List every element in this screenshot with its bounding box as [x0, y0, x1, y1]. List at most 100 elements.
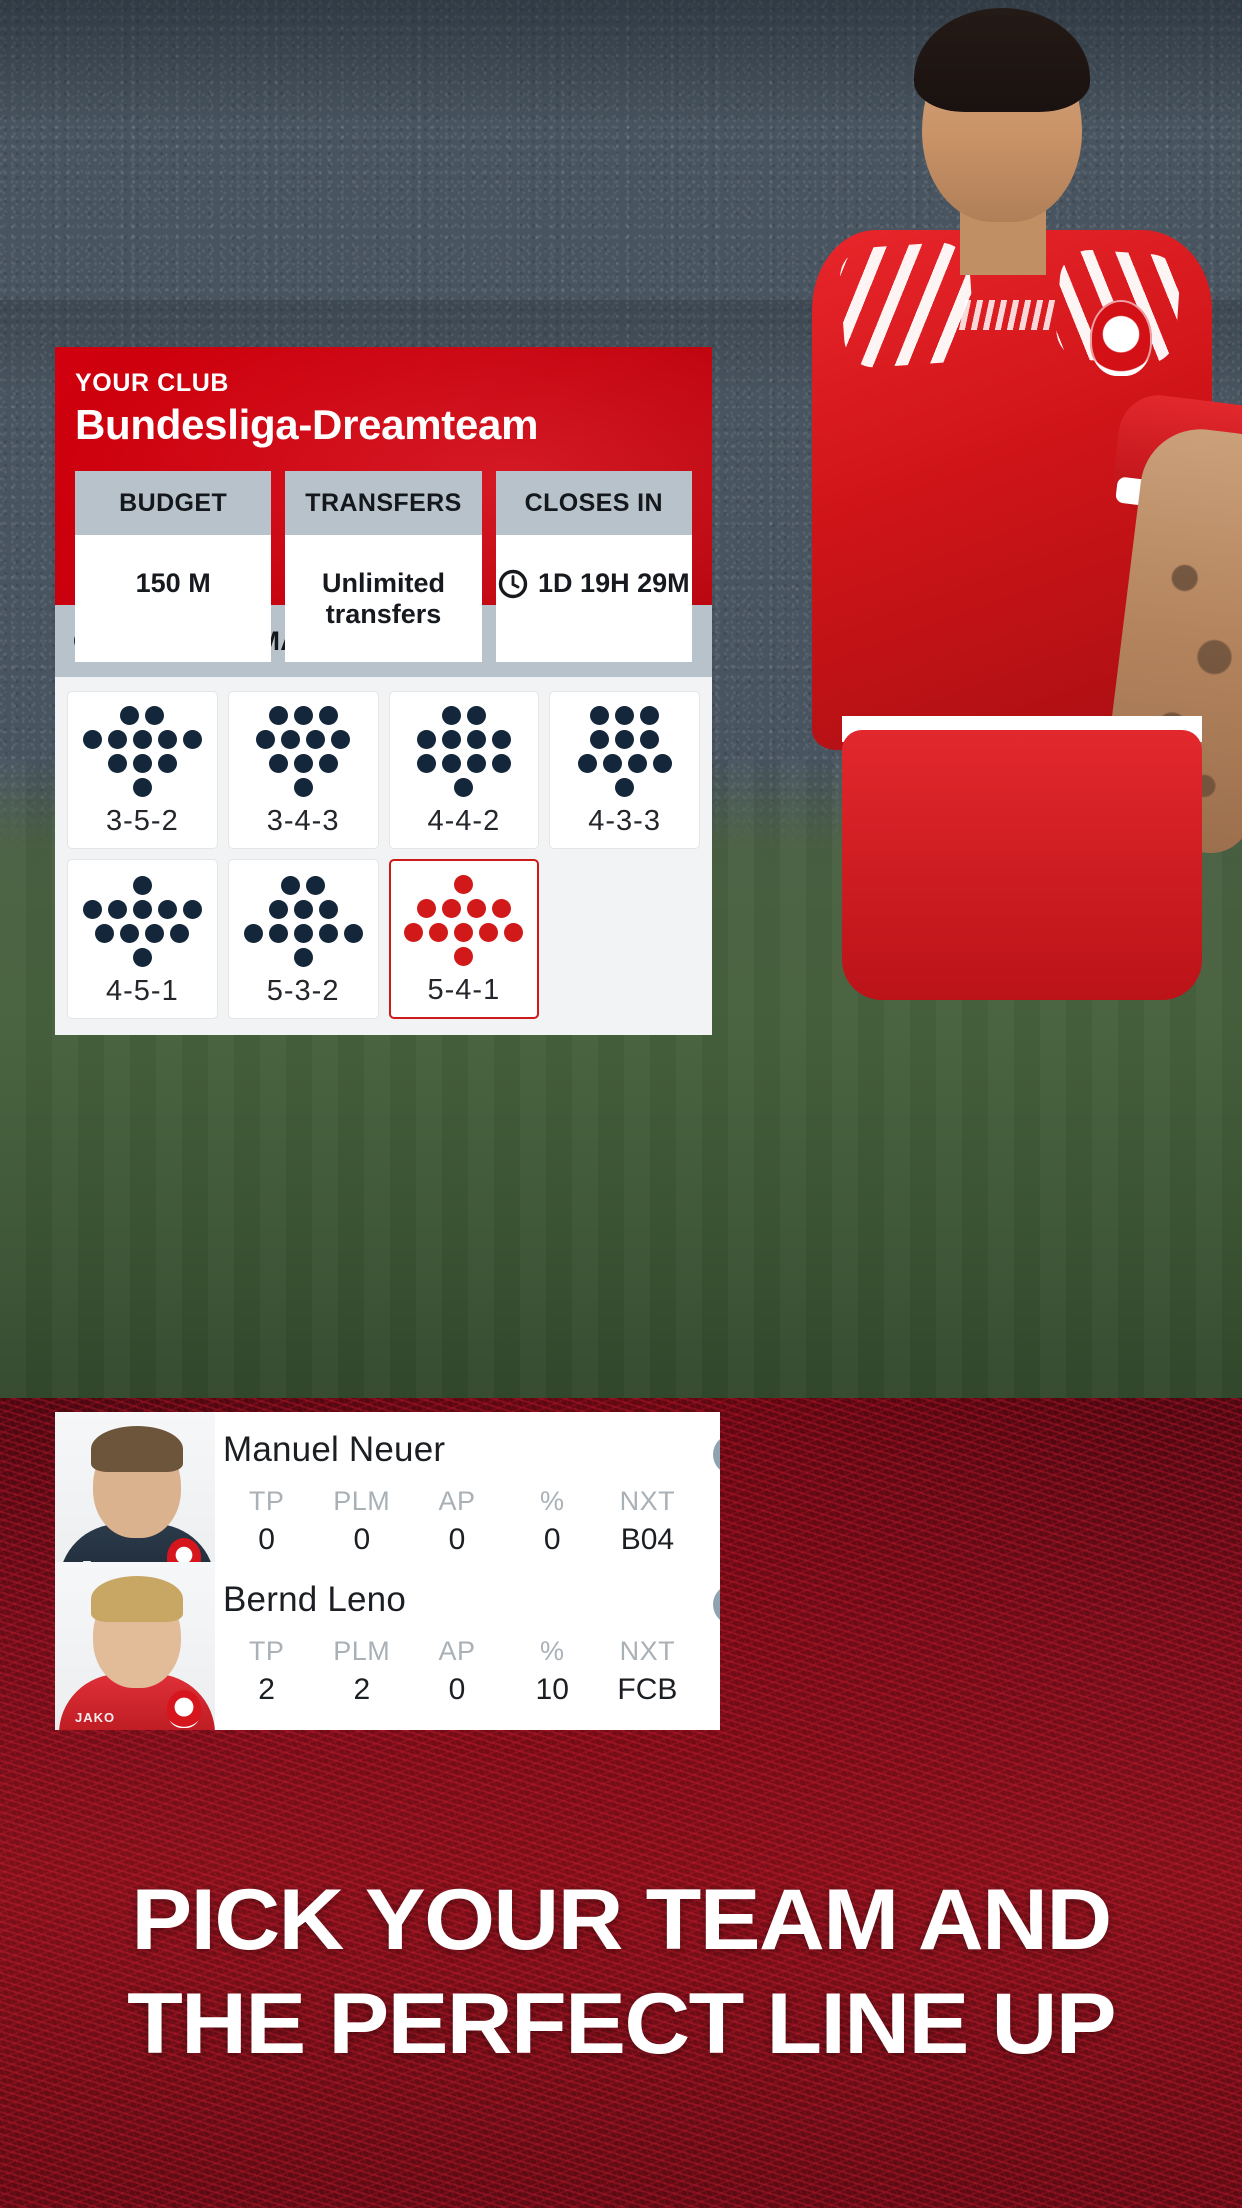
formation-dot — [182, 900, 202, 919]
stat-key: PLM — [333, 1636, 391, 1666]
formation-dot — [416, 899, 436, 918]
stat-closes-in-label: CLOSES IN — [495, 471, 692, 535]
formation-dot — [281, 876, 301, 895]
stat-value: 0 — [448, 1673, 466, 1706]
stat-closes-in-value-wrap: 1D 19H 29M — [496, 535, 692, 631]
stat-closes-in: CLOSES IN 1D 19H 29M — [495, 471, 692, 662]
player-name: Bernd Leno — [223, 1580, 406, 1619]
formation-dot — [182, 730, 202, 749]
formation-dot — [95, 924, 115, 943]
formation-dot — [170, 924, 190, 943]
formation-dot — [120, 924, 140, 943]
formation-dot — [404, 923, 424, 942]
formation-label: 4-5-1 — [106, 975, 179, 1007]
formation-dot — [441, 730, 461, 749]
club-card: YOUR CLUB Bundesliga-Dreamteam BUDGET 15… — [55, 347, 712, 680]
formation-dot — [306, 876, 326, 895]
formation-dot-row — [82, 900, 202, 919]
player-price-badge: 13 M — [713, 1584, 720, 1625]
formation-dot — [590, 730, 610, 749]
formation-grid: 3-5-2 3-4-3 4-4-2 4-3-3 4-5-1 5-3-2 5-4-1 — [55, 677, 712, 1035]
formation-dot — [281, 730, 301, 749]
formation-dot — [652, 754, 672, 773]
formation-dot — [615, 778, 635, 797]
formation-dot — [107, 900, 127, 919]
formation-option-4-3-3[interactable]: 4-3-3 — [549, 691, 700, 849]
formation-dot-row — [441, 706, 486, 725]
player-stat-percent: % 0 — [505, 1486, 600, 1557]
player-row[interactable]: JAKO Bernd Leno TP 2 PLM 2 AP 0 % 10 NXT… — [55, 1562, 720, 1730]
formation-option-3-5-2[interactable]: 3-5-2 — [67, 691, 218, 849]
formation-dot — [441, 899, 461, 918]
change-formation-panel: CHANGE FORMATION 3-5-23-4-34-4-24-3-34-5… — [55, 605, 712, 1035]
formation-label: 5-3-2 — [266, 975, 340, 1007]
formation-dot — [429, 923, 449, 942]
formation-dot — [293, 948, 313, 967]
formation-dot — [145, 706, 165, 725]
formation-dot-row — [281, 876, 326, 895]
app-root: YOUR CLUB Bundesliga-Dreamteam BUDGET 15… — [0, 0, 1242, 2208]
player-stats: TP 0 PLM 0 AP 0 % 0 NXT B04 — [215, 1486, 695, 1557]
formation-option-4-4-2[interactable]: 4-4-2 — [388, 691, 540, 849]
formation-dot-row — [590, 706, 660, 725]
formation-dot — [107, 754, 127, 773]
formation-dot — [157, 900, 177, 919]
formation-dots — [82, 876, 202, 967]
formation-option-5-3-2[interactable]: 5-3-2 — [227, 859, 379, 1019]
stat-key: NXT — [619, 1636, 676, 1666]
player-stat-ap: AP 0 — [409, 1486, 504, 1557]
formation-dot — [466, 899, 486, 918]
formation-dot — [602, 754, 622, 773]
formation-dot — [268, 706, 288, 725]
player-stat-plm: PLM 2 — [314, 1636, 409, 1707]
stat-key: % — [539, 1486, 565, 1516]
stat-key: AP — [438, 1636, 476, 1666]
player-stat-plm: PLM 0 — [314, 1486, 409, 1557]
formation-dots — [82, 706, 202, 797]
player-stat-tp: TP 0 — [219, 1486, 314, 1557]
stat-budget: BUDGET 150 M — [75, 471, 272, 662]
formation-dot — [454, 947, 474, 966]
formation-dot — [268, 900, 288, 919]
formation-dot-row — [577, 754, 672, 773]
formation-dot-row — [256, 730, 351, 749]
formation-dot-row — [293, 948, 313, 967]
formation-dot — [132, 900, 152, 919]
formation-dot — [454, 875, 474, 894]
formation-dot-row — [107, 754, 177, 773]
formation-option-4-5-1[interactable]: 4-5-1 — [67, 859, 218, 1019]
stat-value: 2 — [258, 1673, 275, 1706]
player-actions: 15 M — [695, 1412, 720, 1580]
formation-dot — [331, 730, 351, 749]
formation-dot — [107, 730, 127, 749]
formation-dot — [479, 923, 499, 942]
formation-option-3-4-3[interactable]: 3-4-3 — [227, 691, 379, 849]
formation-dot-row — [268, 754, 338, 773]
player-avatar: JAKO — [55, 1562, 215, 1730]
stat-value: 2 — [353, 1673, 371, 1706]
stat-value: 10 — [535, 1673, 569, 1706]
player-stat-nxt: NXT FCB — [600, 1636, 695, 1707]
formation-dot — [132, 948, 152, 967]
formation-dot — [491, 899, 511, 918]
formation-dot-row — [132, 876, 152, 895]
player-info: Bernd Leno TP 2 PLM 2 AP 0 % 10 NXT FCB — [215, 1562, 695, 1730]
formation-dot — [132, 778, 152, 797]
formation-option-5-4-1[interactable]: 5-4-1 — [388, 859, 540, 1019]
formation-dot-row — [416, 754, 511, 773]
player-stat-ap: AP 0 — [409, 1636, 504, 1707]
formation-label: 5-4-1 — [427, 974, 501, 1006]
formation-dot — [491, 754, 511, 773]
player-stat-tp: TP 2 — [219, 1636, 314, 1707]
formation-dot — [132, 730, 152, 749]
formation-dot — [318, 924, 338, 943]
club-label: YOUR CLUB — [75, 369, 230, 397]
stat-budget-value-wrap: 150 M — [75, 535, 271, 631]
stand-band-top — [0, 0, 1242, 120]
stat-key: % — [539, 1636, 565, 1666]
club-stats-row: BUDGET 150 M TRANSFERS Unlimited transfe… — [55, 449, 712, 662]
formation-dot-row — [416, 730, 511, 749]
formation-dot — [82, 730, 102, 749]
formation-dot — [466, 730, 486, 749]
player-row[interactable]: T Manuel Neuer TP 0 PLM 0 AP 0 % 0 — [55, 1412, 720, 1580]
